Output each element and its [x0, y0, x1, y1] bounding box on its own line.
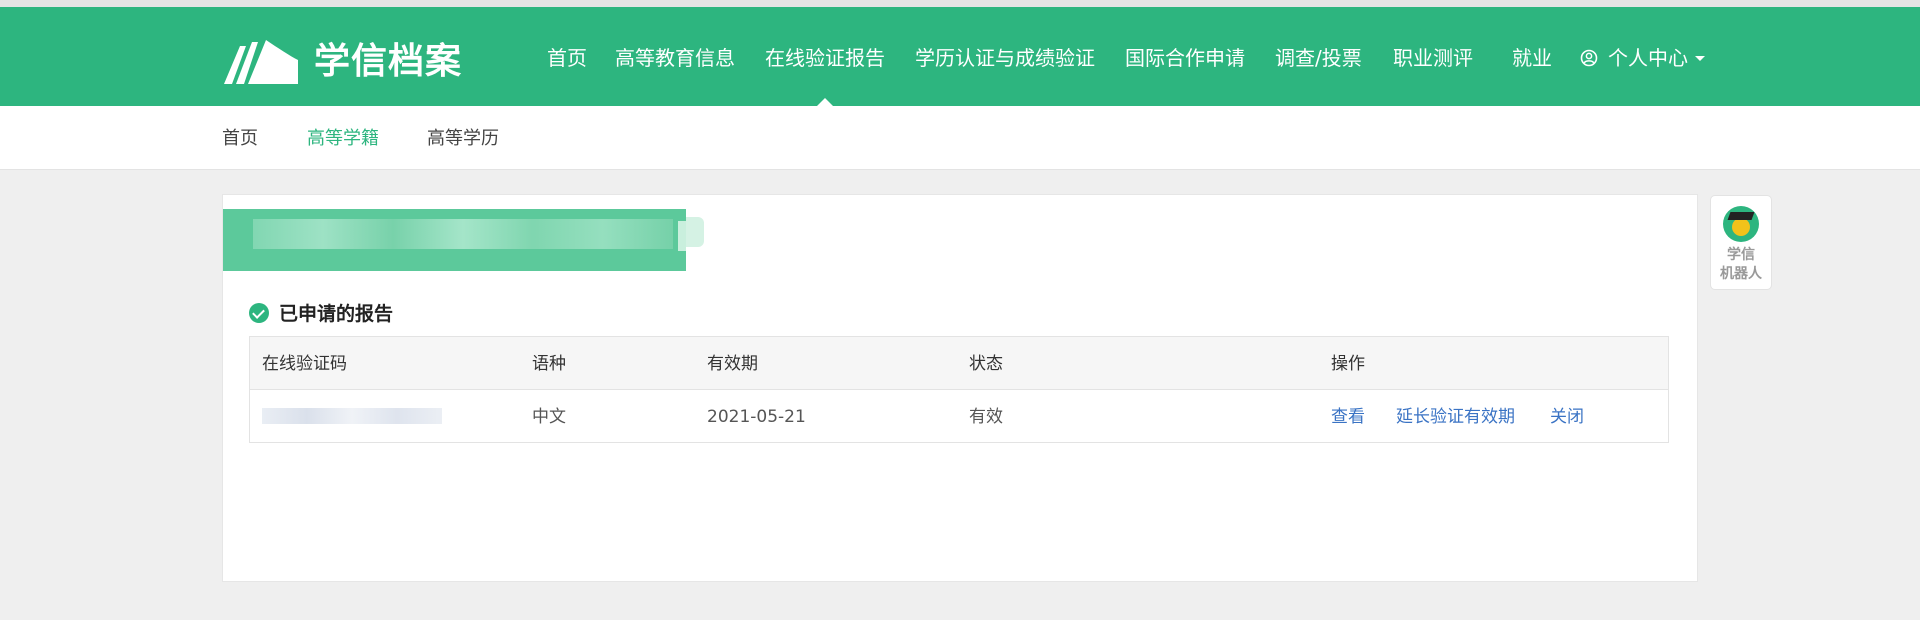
- banner-tail: [686, 217, 704, 247]
- user-circle-icon: [1580, 49, 1598, 67]
- nav-home[interactable]: 首页: [547, 44, 587, 72]
- cell-language: 中文: [532, 407, 566, 427]
- col-header-language: 语种: [532, 354, 566, 374]
- report-card: 已申请的报告 在线验证码 语种 有效期 状态 操作 中文 2021-05-21 …: [222, 194, 1698, 582]
- section-title: 已申请的报告: [249, 299, 393, 326]
- blurred-banner: [223, 209, 686, 271]
- extend-validity-link[interactable]: 延长验证有效期: [1396, 405, 1515, 429]
- col-header-valid-until: 有效期: [707, 354, 758, 374]
- logo-text: 学信档案: [314, 41, 463, 82]
- table-row: 中文 2021-05-21 有效 查看 延长验证有效期 关闭: [250, 390, 1668, 443]
- book-logo-icon: [224, 40, 298, 84]
- sub-nav: 首页 高等学籍 高等学历: [0, 106, 1920, 170]
- close-report-link[interactable]: 关闭: [1550, 405, 1584, 429]
- browser-top-border: [0, 0, 1920, 7]
- nav-higher-education-info[interactable]: 高等教育信息: [615, 44, 735, 72]
- check-circle-icon: [249, 302, 269, 323]
- col-header-status: 状态: [969, 354, 1003, 374]
- cell-valid-until: 2021-05-21: [707, 407, 806, 427]
- blurred-banner-text: [253, 219, 673, 249]
- col-header-actions: 操作: [1331, 354, 1365, 374]
- nav-international-cooperation[interactable]: 国际合作申请: [1125, 44, 1245, 72]
- chat-robot-button[interactable]: 学信 机器人: [1710, 195, 1772, 290]
- user-center-menu[interactable]: 个人中心: [1580, 44, 1705, 72]
- subnav-home[interactable]: 首页: [222, 126, 258, 152]
- user-center-label: 个人中心: [1608, 46, 1688, 70]
- subnav-higher-degree[interactable]: 高等学历: [427, 126, 499, 152]
- cell-status: 有效: [969, 407, 1003, 427]
- robot-avatar-icon: [1723, 206, 1759, 242]
- site-logo[interactable]: 学信档案: [222, 35, 462, 89]
- robot-label-line1: 学信: [1727, 247, 1755, 263]
- robot-face: [1732, 218, 1750, 236]
- nav-career-assessment[interactable]: 职业测评: [1393, 44, 1473, 72]
- nav-employment[interactable]: 就业: [1512, 44, 1552, 72]
- site-header: 学信档案 首页 高等教育信息 在线验证报告 学历认证与成绩验证 国际合作申请 调…: [0, 7, 1920, 107]
- nav-degree-certification[interactable]: 学历认证与成绩验证: [915, 44, 1095, 72]
- subnav-higher-enrollment[interactable]: 高等学籍: [307, 126, 379, 152]
- graduation-cap-icon: [1727, 212, 1755, 220]
- table-header: 在线验证码 语种 有效期 状态 操作: [250, 337, 1668, 390]
- caret-down-icon: [1695, 55, 1705, 61]
- robot-label-line2: 机器人: [1720, 266, 1762, 282]
- col-header-verification-code: 在线验证码: [262, 354, 347, 374]
- view-report-link[interactable]: 查看: [1331, 405, 1365, 429]
- nav-online-verification-report[interactable]: 在线验证报告: [765, 44, 885, 72]
- blurred-banner-edge: [678, 221, 686, 251]
- redacted-verification-code: [262, 408, 442, 424]
- reports-table: 在线验证码 语种 有效期 状态 操作 中文 2021-05-21 有效 查看 延…: [249, 336, 1669, 443]
- section-title-text: 已申请的报告: [279, 303, 394, 325]
- nav-survey-vote[interactable]: 调查/投票: [1275, 44, 1362, 72]
